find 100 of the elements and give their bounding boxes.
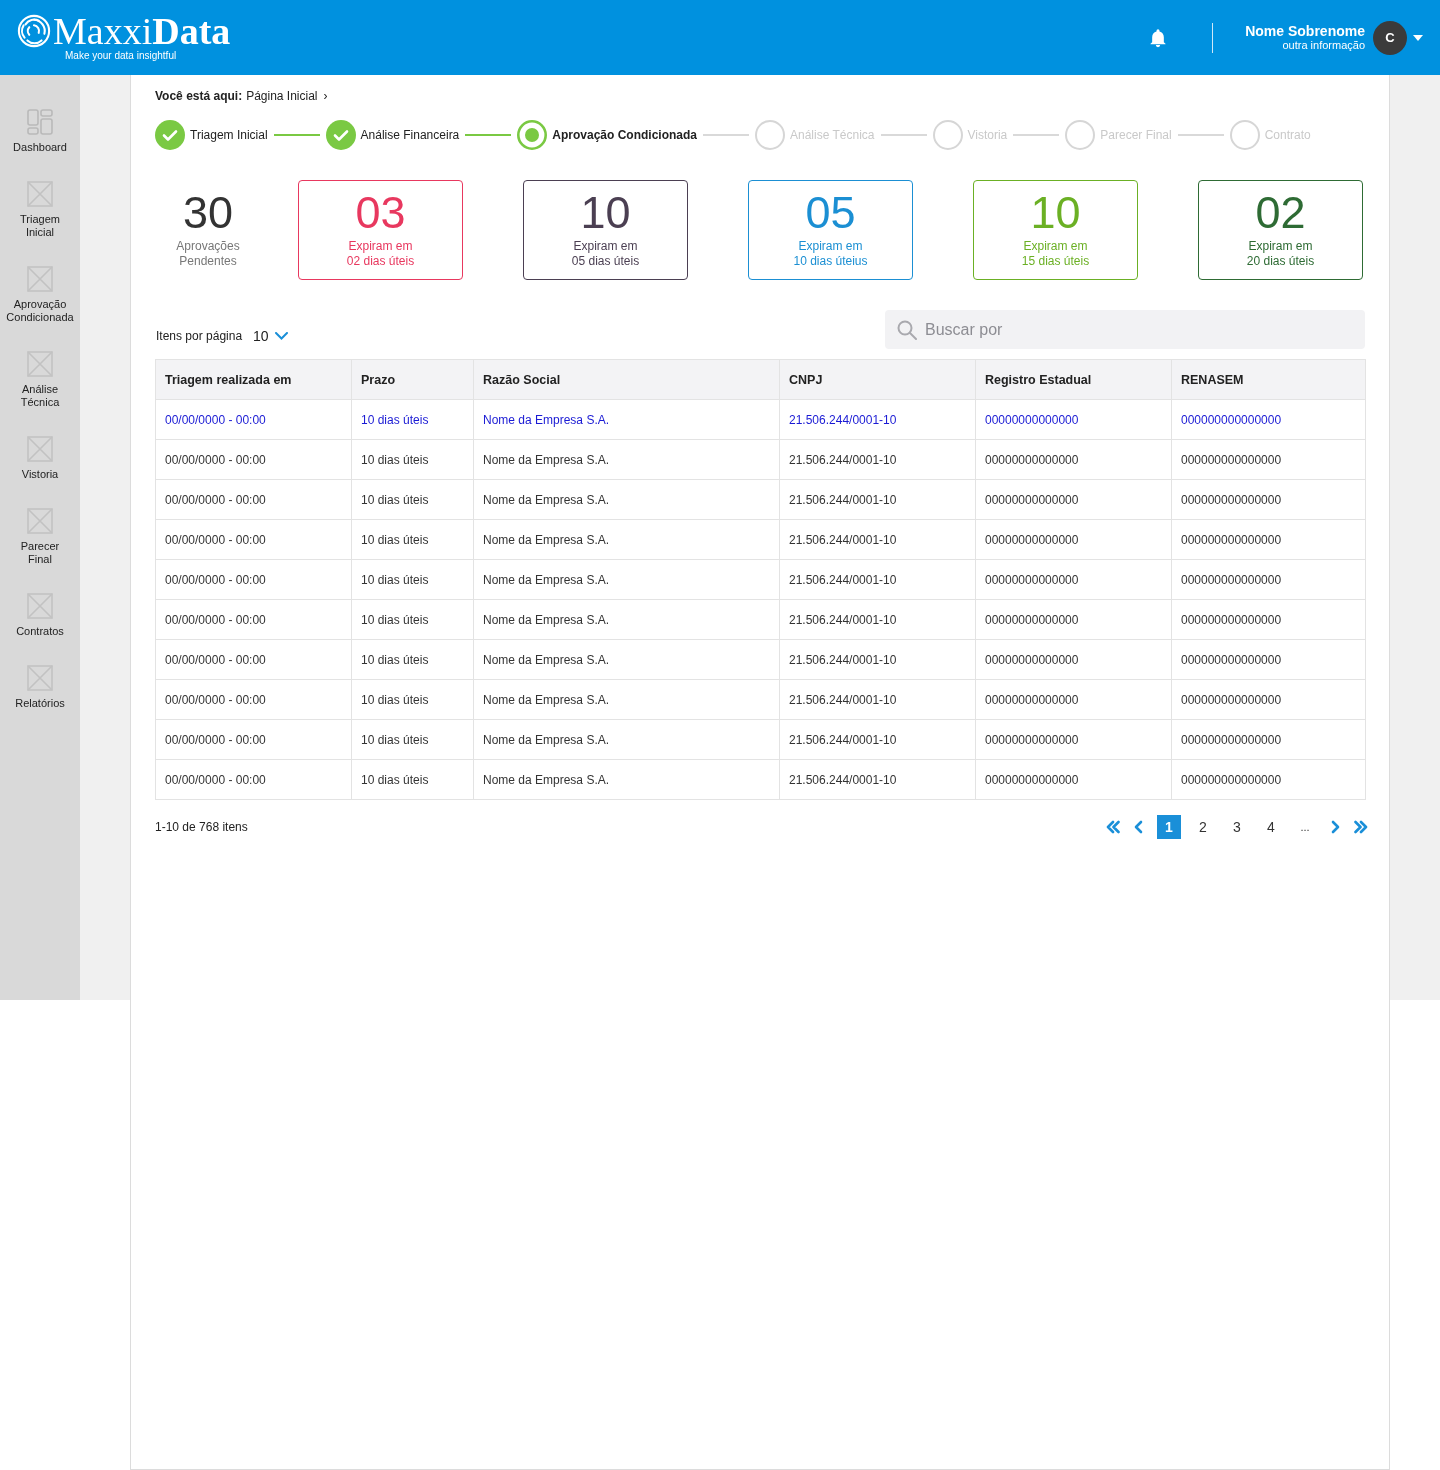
sidebar-item[interactable]: Vistoria [19,436,61,481]
table-cell: 00000000000000 [975,399,1172,440]
user-info: outra informação [1282,39,1365,52]
table-row[interactable]: 00/00/0000 - 00:00 10 dias úteis Nome da Empresa S.A. 21.506.244/0001-10 00000000000000 000000000000000 [155,439,1366,480]
table-cell: 00/00/0000 - 00:00 [155,759,352,800]
pagination-ellipsis: ... [1299,821,1311,833]
table-cell: 000000000000000 [1171,519,1366,560]
sidebar-item[interactable]: Parecer Final [18,508,62,566]
table-cell: 00000000000000 [975,679,1172,720]
table-cell: 00/00/0000 - 00:00 [155,719,352,760]
table-cell: 000000000000000 [1171,399,1366,440]
table-cell: 10 dias úteis [351,559,474,600]
table-cell: 000000000000000 [1171,719,1366,760]
search-icon [897,320,917,340]
table-cell: 00/00/0000 - 00:00 [155,399,352,440]
sidebar-item[interactable]: Aprovação Condicionada [4,266,76,324]
user-avatar[interactable]: C [1373,20,1407,55]
table-cell: Nome da Empresa S.A. [473,759,780,800]
breadcrumb-prefix: Você está aqui: [155,88,243,104]
items-per-page-select[interactable]: 10 [253,328,288,344]
column-header[interactable]: Triagem realizada em [155,359,352,400]
table-cell: 00000000000000 [975,479,1172,520]
count-caption: Expiram em 02 dias úteis [346,239,415,269]
sidebar-item[interactable]: Contratos [14,593,66,638]
column-header[interactable]: Registro Estadual [975,359,1172,400]
table-row[interactable]: 00/00/0000 - 00:00 10 dias úteis Nome da Empresa S.A. 21.506.244/0001-10 00000000000000 000000000000000 [155,399,1366,440]
table-row[interactable]: 00/00/0000 - 00:00 10 dias úteis Nome da Empresa S.A. 21.506.244/0001-10 00000000000000 000000000000000 [155,679,1366,720]
breadcrumb-separator: › [323,88,328,104]
table-cell: 21.506.244/0001-10 [779,479,976,520]
count-caption: Expiram em 10 dias úteius [793,239,868,269]
table-cell: 000000000000000 [1171,759,1366,800]
table-cell: Nome da Empresa S.A. [473,479,780,520]
column-header[interactable]: Razão Social [473,359,780,400]
table-row[interactable]: 00/00/0000 - 00:00 10 dias úteis Nome da Empresa S.A. 21.506.244/0001-10 00000000000000 000000000000000 [155,559,1366,600]
step-connector [1177,134,1224,136]
table-cell: 10 dias úteis [351,759,474,800]
sidebar-item[interactable]: Análise Técnica [18,351,62,409]
table-cell: Nome da Empresa S.A. [473,639,780,680]
step-connector [465,134,512,136]
table-cell: 10 dias úteis [351,479,474,520]
table-cell: 000000000000000 [1171,439,1366,480]
column-header[interactable]: Prazo [351,359,474,400]
logo-wordmark: MaxxiData [53,13,231,49]
table-cell: 000000000000000 [1171,639,1366,680]
table-cell: 00/00/0000 - 00:00 [155,599,352,640]
column-header[interactable]: RENASEM [1171,359,1366,400]
table-cell: 000000000000000 [1171,559,1366,600]
items-per-page-label: Itens por página [156,329,243,343]
table-row[interactable]: 00/00/0000 - 00:00 10 dias úteis Nome da Empresa S.A. 21.506.244/0001-10 00000000000000 000000000000000 [155,639,1366,680]
count-value: 10 [1030,191,1081,235]
table-cell: 21.506.244/0001-10 [779,399,976,440]
search-field[interactable]: Buscar por [885,310,1365,349]
table-cell: 00000000000000 [975,719,1172,760]
table-cell: 10 dias úteis [351,639,474,680]
table-cell: 21.506.244/0001-10 [779,439,976,480]
table-cell: Nome da Empresa S.A. [473,439,780,480]
table-cell: 10 dias úteis [351,599,474,640]
step-label: Aprovação Condicionada [552,128,697,142]
step-label: Triagem Inicial [190,128,268,142]
table-cell: 00000000000000 [975,759,1172,800]
step-connector [273,134,320,136]
table-cell: 21.506.244/0001-10 [779,519,976,560]
count-caption: Expiram em 15 dias úteis [1021,239,1090,269]
user-name: Nome Sobrenome [1245,23,1365,39]
table-row[interactable]: 00/00/0000 - 00:00 10 dias úteis Nome da Empresa S.A. 21.506.244/0001-10 00000000000000 000000000000000 [155,759,1366,800]
step-label: Análise Financeira [360,128,460,142]
table-cell: 00/00/0000 - 00:00 [155,679,352,720]
table-cell: 21.506.244/0001-10 [779,719,976,760]
page-button[interactable]: 2 [1191,815,1215,839]
table-row[interactable]: 00/00/0000 - 00:00 10 dias úteis Nome da Empresa S.A. 21.506.244/0001-10 00000000000000 000000000000000 [155,599,1366,640]
table-cell: Nome da Empresa S.A. [473,599,780,640]
table-row[interactable]: 00/00/0000 - 00:00 10 dias úteis Nome da Empresa S.A. 21.506.244/0001-10 00000000000000 000000000000000 [155,519,1366,560]
count-value: 10 [580,191,631,235]
table-cell: 000000000000000 [1171,479,1366,520]
table-row[interactable]: 00/00/0000 - 00:00 10 dias úteis Nome da Empresa S.A. 21.506.244/0001-10 00000000000000 000000000000000 [155,719,1366,760]
notification-bell-icon[interactable] [1148,27,1168,48]
table-cell: Nome da Empresa S.A. [473,719,780,760]
column-header[interactable]: CNPJ [779,359,976,400]
table-cell: 000000000000000 [1171,679,1366,720]
table-cell: 21.506.244/0001-10 [779,599,976,640]
caret-down-icon[interactable] [1413,34,1423,41]
table-cell: 00000000000000 [975,519,1172,560]
breadcrumb-link[interactable]: Página Inicial [246,88,318,104]
sidebar-item[interactable]: Triagem Inicial [18,181,62,239]
page-button[interactable]: 1 [1157,815,1181,839]
table-cell: 21.506.244/0001-10 [779,679,976,720]
double-chevron-left-icon [1106,820,1120,834]
table-cell: 00000000000000 [975,639,1172,680]
table-cell: Nome da Empresa S.A. [473,399,780,440]
logo-tagline: Make your data insightful [65,50,177,62]
count-value: 02 [1255,191,1306,235]
sidebar-item[interactable]: Relatórios [13,665,67,710]
table-cell: Nome da Empresa S.A. [473,559,780,600]
count-value: 05 [805,191,856,235]
page-button[interactable]: 4 [1259,815,1283,839]
page-button[interactable]: 3 [1225,815,1249,839]
sidebar-item[interactable]: Dashboard [11,109,69,154]
table-row[interactable]: 00/00/0000 - 00:00 10 dias úteis Nome da Empresa S.A. 21.506.244/0001-10 00000000000000 000000000000000 [155,479,1366,520]
table-cell: 00/00/0000 - 00:00 [155,439,352,480]
table-cell: 21.506.244/0001-10 [779,559,976,600]
